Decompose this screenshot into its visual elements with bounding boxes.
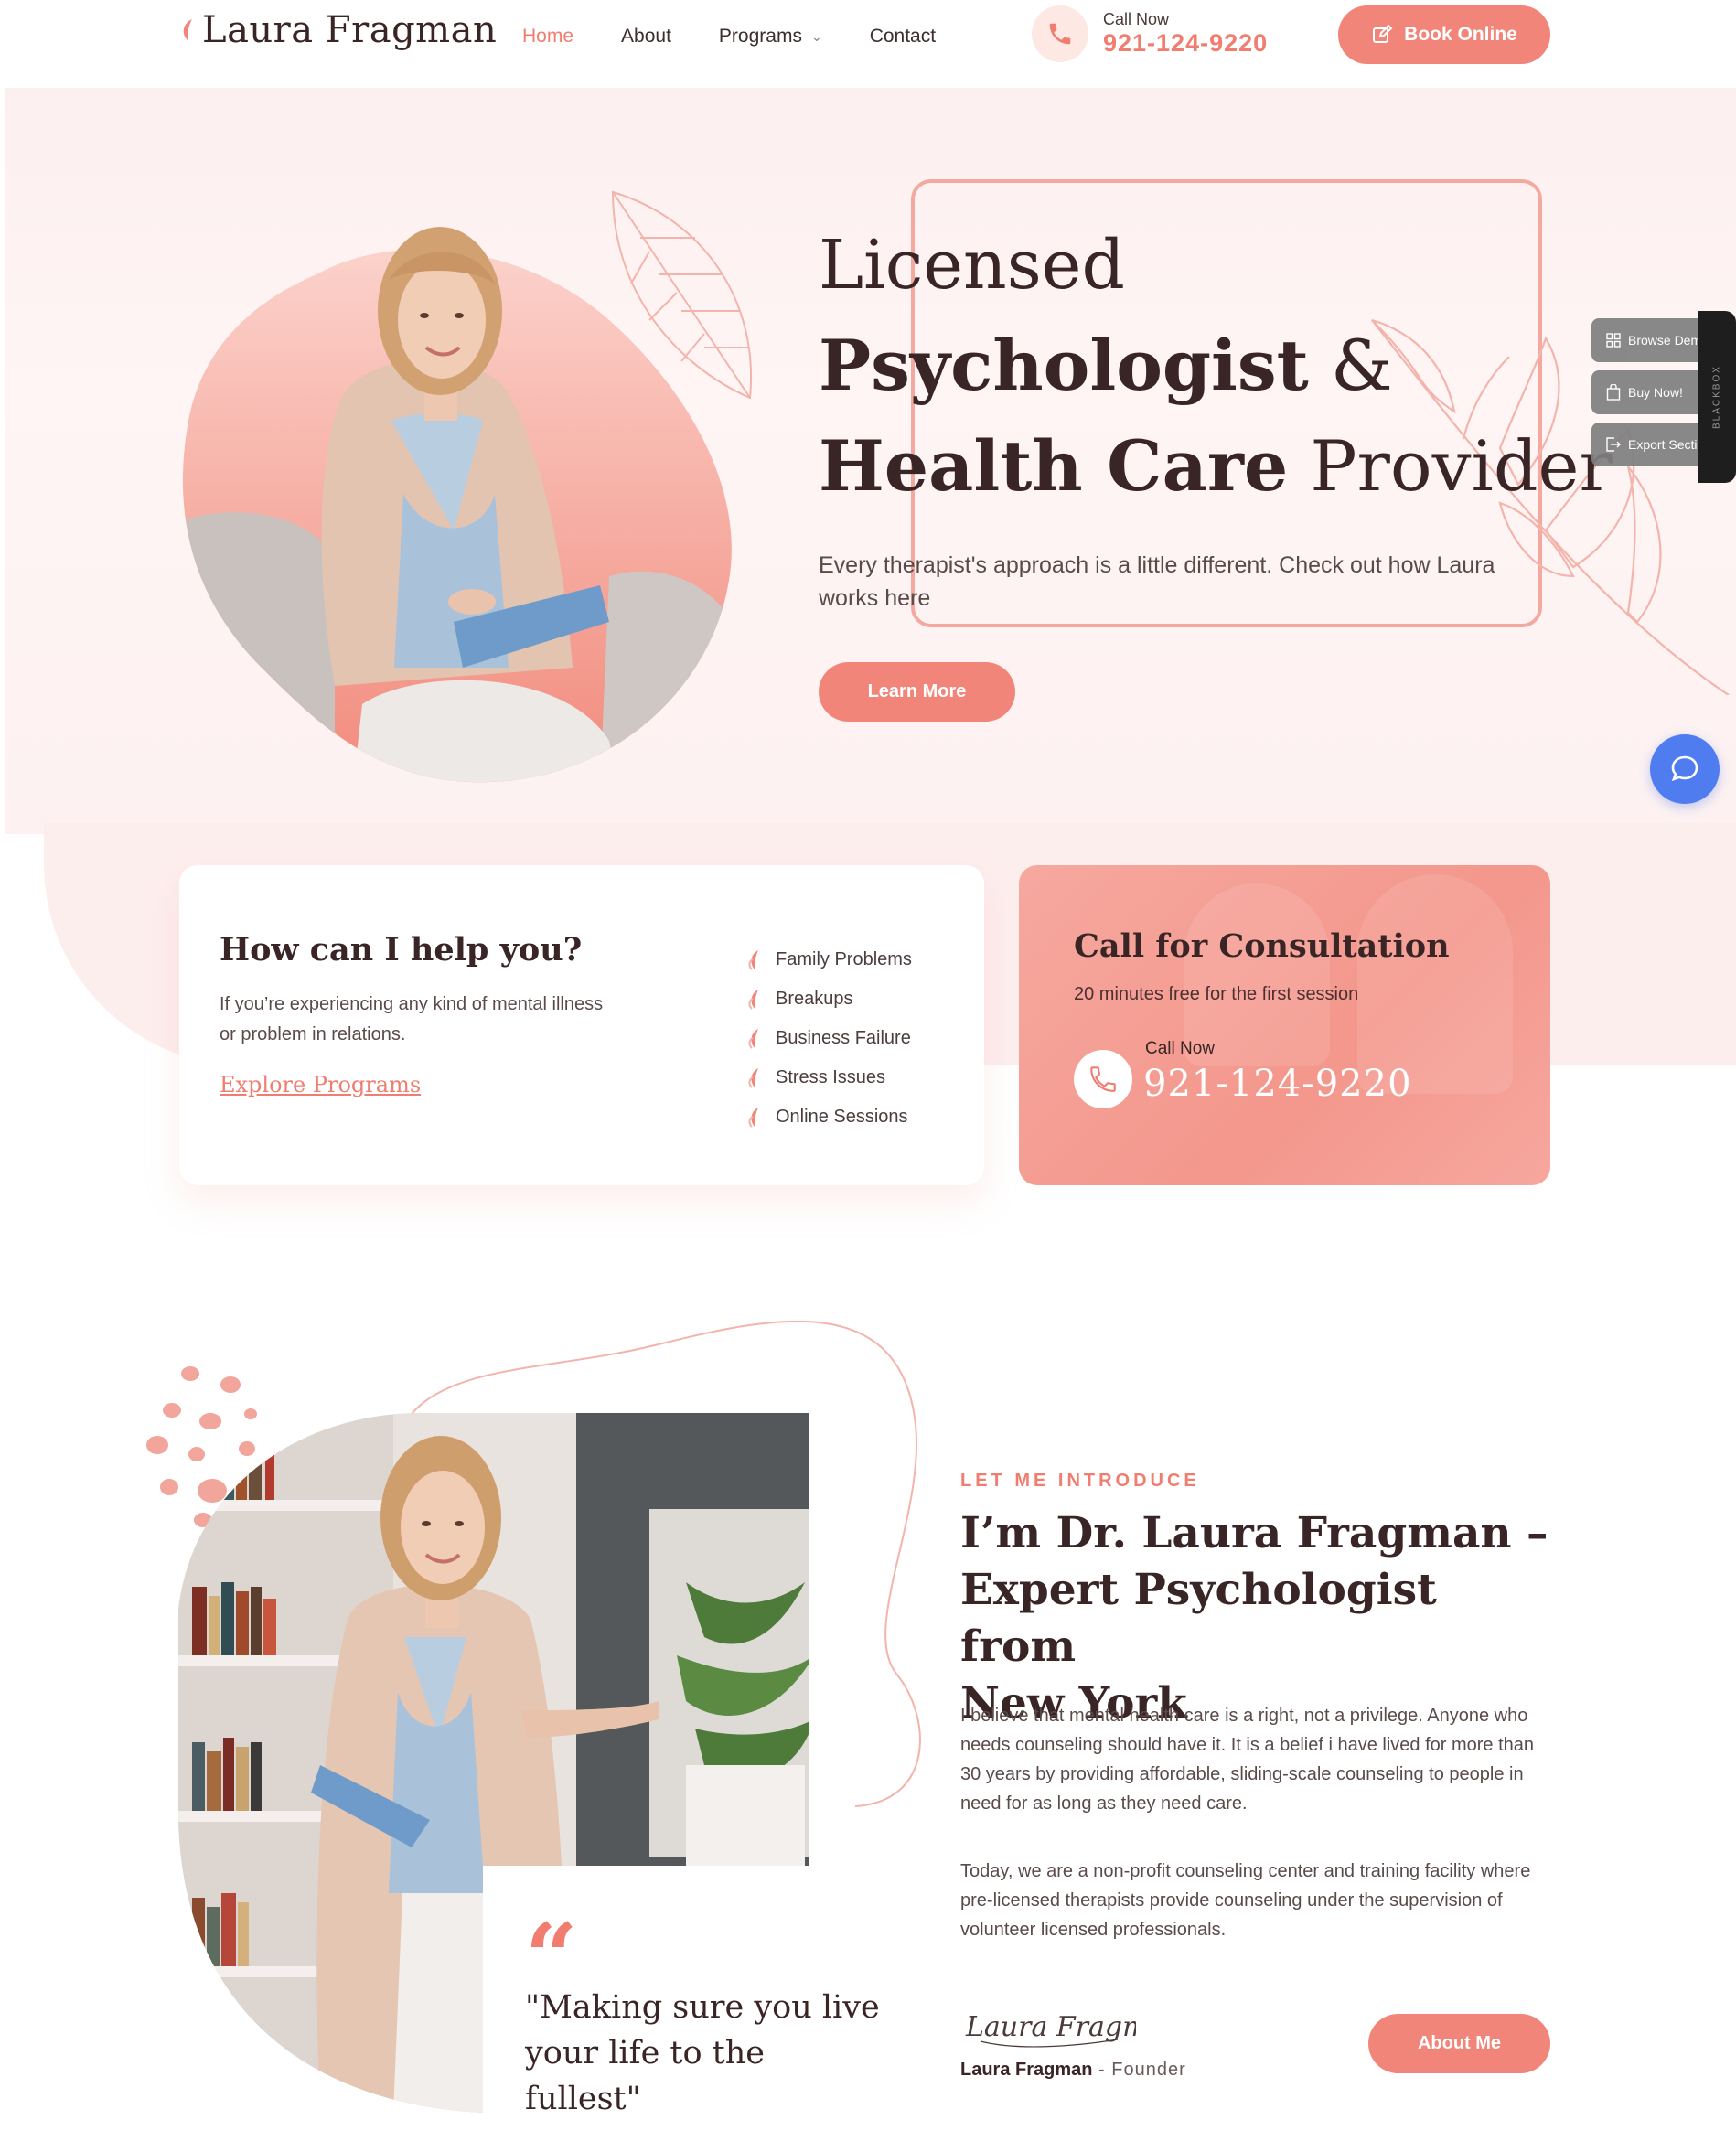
signature-caption: Laura Fragman - Founder <box>960 2060 1186 2081</box>
grid-icon <box>1606 333 1621 348</box>
quote-box: “ "Making sure you live your life to the… <box>483 1866 885 2140</box>
help-topic-label: Breakups <box>776 989 853 1009</box>
buy-now-label: Buy Now! <box>1628 385 1683 400</box>
leaf-bullet-icon <box>748 989 758 1010</box>
hero-description: Every therapist's approach is a little d… <box>819 552 1495 611</box>
logo-text: Laura Fragman <box>202 9 498 51</box>
help-topic-label: Online Sessions <box>776 1107 908 1127</box>
nav-programs-label: Programs <box>718 26 802 47</box>
help-topic-item[interactable]: Online Sessions <box>746 1097 912 1137</box>
nav-programs[interactable]: Programs ⌄ <box>719 26 822 48</box>
nav-about[interactable]: About <box>621 26 671 48</box>
hero-heading-line2-rest: & <box>1308 325 1393 406</box>
phone-icon <box>1032 5 1088 62</box>
signature-name: Laura Fragman <box>960 2060 1093 2080</box>
intro-heading-bold: I’m Dr. Laura Fragman – Expert Psycholog… <box>960 1508 1548 1672</box>
leaf-bullet-icon <box>748 949 758 970</box>
hero-heading-line3-bold: Health Care <box>819 425 1289 507</box>
nav-contact[interactable]: Contact <box>870 26 936 48</box>
hero-portrait-image <box>182 227 732 783</box>
leaf-bullet-icon <box>748 1107 758 1128</box>
hero-heading: Licensed Psychologist & Health Care Prov… <box>819 215 1613 517</box>
site-header: Laura Fragman Home About Programs ⌄ Cont… <box>0 0 1736 88</box>
intro-heading: I’m Dr. Laura Fragman – Expert Psycholog… <box>960 1505 1555 1732</box>
site-logo[interactable]: Laura Fragman <box>178 9 497 51</box>
blackbox-tab[interactable]: BLACKBOX <box>1698 311 1736 483</box>
leaf-bullet-icon <box>748 1067 758 1088</box>
nav-home[interactable]: Home <box>522 26 573 48</box>
leaf-logo-icon <box>183 19 192 41</box>
learn-more-button[interactable]: Learn More <box>819 662 1015 722</box>
export-icon <box>1606 437 1621 452</box>
help-description: If you’re experiencing any kind of menta… <box>220 994 604 1044</box>
chat-button[interactable] <box>1650 734 1720 804</box>
help-topic-item[interactable]: Breakups <box>746 980 912 1019</box>
call-label: Call Now <box>1103 10 1170 28</box>
edit-icon <box>1373 24 1393 43</box>
chevron-down-icon: ⌄ <box>810 28 822 44</box>
signature-script: Laura Fragman <box>965 2011 1136 2043</box>
hero-heading-line2-bold: Psychologist <box>819 325 1309 406</box>
signature-image: Laura Fragman <box>965 2011 1136 2048</box>
phone-icon <box>1074 1050 1132 1108</box>
consultation-background-photo <box>1357 874 1513 1094</box>
book-online-button[interactable]: Book Online <box>1338 5 1550 64</box>
about-me-button[interactable]: About Me <box>1368 2014 1550 2073</box>
help-topic-item[interactable]: Business Failure <box>746 1019 912 1058</box>
intro-paragraph-1: I believe that mental health care is a r… <box>960 1706 1535 1814</box>
leaf-bullet-icon <box>748 1028 758 1049</box>
consultation-subtitle: 20 minutes free for the first session <box>1074 984 1359 1004</box>
help-card: How can I help you? If you’re experienci… <box>179 865 984 1185</box>
hero-heading-line1: Licensed <box>819 226 1125 305</box>
explore-programs-link[interactable]: Explore Programs <box>220 1072 421 1097</box>
hero-heading-line3: Health Care Provider <box>819 416 1613 517</box>
consultation-phone-number[interactable]: 921-124-9220 <box>1143 1063 1412 1105</box>
bag-icon <box>1606 384 1621 401</box>
help-topic-label: Family Problems <box>776 949 912 969</box>
header-call[interactable]: Call Now 921-124-9220 <box>1032 5 1268 62</box>
consultation-title: Call for Consultation <box>1074 927 1450 965</box>
main-nav: Home About Programs ⌄ Contact <box>522 26 983 48</box>
book-online-label: Book Online <box>1404 24 1517 45</box>
help-title: How can I help you? <box>220 931 583 969</box>
quote-text: "Making sure you live your life to the f… <box>525 1989 880 2117</box>
chat-icon <box>1671 755 1698 782</box>
help-topic-item[interactable]: Stress Issues <box>746 1058 912 1097</box>
help-topic-item[interactable]: Family Problems <box>746 940 912 980</box>
help-topics-list: Family Problems Breakups Business Failur… <box>746 940 912 1137</box>
intro-eyebrow: LET ME INTRODUCE <box>960 1471 1200 1491</box>
consultation-call-label: Call Now <box>1145 1039 1216 1058</box>
consultation-card: Call for Consultation 20 minutes free fo… <box>1019 865 1550 1185</box>
intro-paragraph-2: Today, we are a non-profit counseling ce… <box>960 1861 1531 1940</box>
call-number[interactable]: 921-124-9220 <box>1103 29 1268 58</box>
signature-role: - Founder <box>1092 2060 1186 2080</box>
hero-heading-line2: Psychologist & <box>819 316 1613 416</box>
hero-portrait <box>179 192 783 787</box>
help-topic-label: Stress Issues <box>776 1067 886 1087</box>
hero-heading-line3-rest: Provider <box>1288 425 1613 507</box>
help-topic-label: Business Failure <box>776 1028 911 1048</box>
